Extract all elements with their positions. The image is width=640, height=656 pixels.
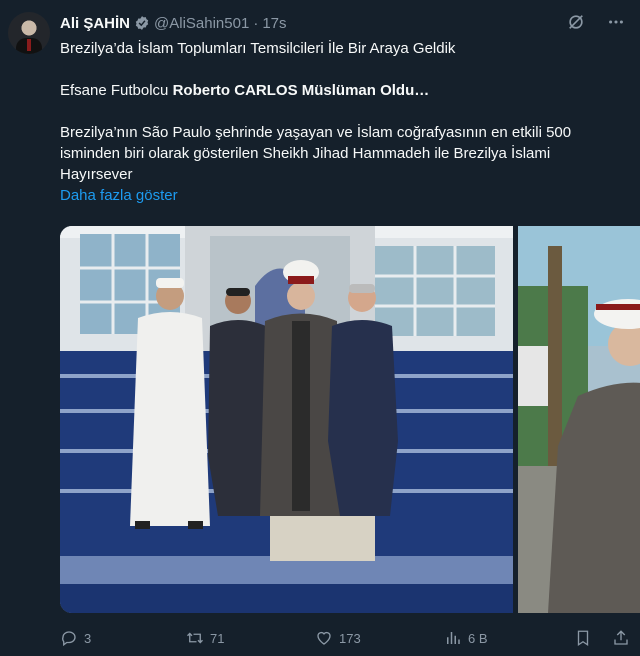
tweet-line-3: Brezilya’nın São Paulo şehrinde yaşayan … — [60, 124, 572, 183]
tweet-line-2-bold: Roberto CARLOS Müslüman Oldu… — [172, 82, 430, 99]
photo-mosque-group[interactable] — [60, 226, 513, 613]
retweet-icon — [187, 632, 203, 644]
share-icon — [614, 630, 628, 645]
views-count: 6 B — [468, 630, 488, 646]
more-dots-icon[interactable] — [606, 12, 626, 32]
show-more-link[interactable]: Daha fazla göster — [60, 185, 620, 206]
tweet-line-1: Brezilya’da İslam Toplumları Temsilciler… — [60, 40, 456, 57]
photo-street[interactable] — [518, 226, 640, 613]
share-button[interactable] — [612, 629, 630, 647]
tweet-text: Brezilya’da İslam Toplumları Temsilciler… — [60, 38, 620, 206]
reply-icon — [62, 631, 76, 647]
like-count: 173 — [339, 630, 361, 646]
avatar[interactable] — [8, 12, 50, 54]
author-handle[interactable]: @AliSahin501 — [154, 15, 249, 32]
like-button[interactable]: 173 — [315, 629, 361, 647]
tweet-header: Ali ŞAHİN @AliSahin501 · 17s — [60, 12, 630, 34]
views-icon — [447, 632, 460, 644]
bookmark-icon — [577, 630, 589, 647]
action-bar: 3 71 173 6 B — [60, 626, 632, 650]
separator-dot: · — [253, 14, 259, 32]
retweet-count: 71 — [210, 630, 225, 646]
tweet-time[interactable]: 17s — [262, 15, 286, 32]
bookmark-button[interactable] — [574, 629, 592, 647]
reply-count: 3 — [84, 630, 92, 646]
reply-button[interactable]: 3 — [60, 629, 91, 647]
media-gallery — [60, 226, 640, 613]
header-actions — [566, 12, 626, 32]
verified-badge-icon — [135, 16, 149, 30]
tweet-line-2-prefix: Efsane Futbolcu — [60, 82, 173, 99]
views-button[interactable]: 6 B — [444, 629, 488, 647]
tweet[interactable]: Ali ŞAHİN @AliSahin501 · 17s Brezilya’da… — [0, 0, 640, 656]
author-name[interactable]: Ali ŞAHİN — [60, 15, 130, 32]
heart-icon — [317, 631, 331, 645]
tweet-line-2: Efsane Futbolcu Roberto CARLOS Müslüman … — [60, 80, 620, 101]
grok-icon[interactable] — [566, 12, 586, 32]
retweet-button[interactable]: 71 — [186, 629, 224, 647]
